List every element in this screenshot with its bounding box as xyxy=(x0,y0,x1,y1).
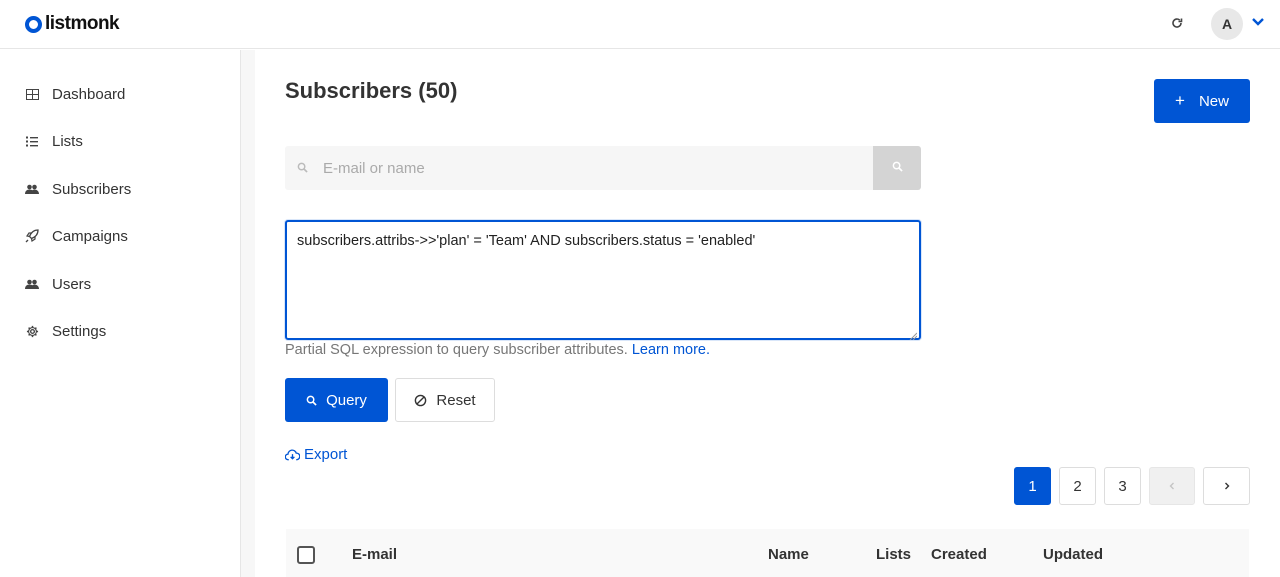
query-button-label: Query xyxy=(326,391,367,409)
sidebar-item-subscribers[interactable]: Subscribers xyxy=(25,177,131,201)
users-icon xyxy=(25,277,39,291)
sidebar-item-label: Campaigns xyxy=(52,227,128,245)
query-textarea[interactable]: subscribers.attribs->>'plan' = 'Team' AN… xyxy=(285,220,921,341)
search-icon xyxy=(892,159,903,177)
table-header: E-mail Name Lists Created Updated xyxy=(286,529,1249,577)
search-button[interactable] xyxy=(873,146,921,190)
new-button-label: New xyxy=(1198,92,1229,110)
sidebar-item-label: Settings xyxy=(52,322,107,340)
refresh-icon[interactable] xyxy=(1167,13,1187,33)
search-icon xyxy=(306,395,317,406)
column-updated[interactable]: Updated xyxy=(1043,546,1103,563)
page-2-button[interactable]: 2 xyxy=(1059,467,1096,505)
export-label: Export xyxy=(304,446,348,463)
logo[interactable]: listmonk xyxy=(25,13,120,35)
search-bar: E-mail or name xyxy=(285,146,921,190)
sidebar-item-lists[interactable]: Lists xyxy=(25,129,83,153)
query-help: Partial SQL expression to query subscrib… xyxy=(285,342,710,358)
select-all-checkbox[interactable] xyxy=(297,546,315,564)
cloud-download-icon xyxy=(285,448,300,461)
chevron-right-icon xyxy=(1223,478,1231,495)
export-link[interactable]: Export xyxy=(285,446,347,463)
rocket-icon xyxy=(25,229,39,243)
new-button[interactable]: + New xyxy=(1154,79,1250,123)
sidebar-divider xyxy=(241,50,255,577)
search-icon xyxy=(297,160,311,177)
sidebar-item-label: Dashboard xyxy=(52,85,126,103)
query-button[interactable]: Query xyxy=(285,378,388,422)
sidebar-item-users[interactable]: Users xyxy=(25,272,91,296)
column-created[interactable]: Created xyxy=(931,546,987,563)
sidebar-item-label: Users xyxy=(52,275,92,293)
sidebar-item-campaigns[interactable]: Campaigns xyxy=(25,224,128,248)
learn-more-link[interactable]: Learn more. xyxy=(632,342,710,358)
query-help-text: Partial SQL expression to query subscrib… xyxy=(285,342,628,358)
cancel-icon xyxy=(414,394,427,407)
top-header: listmonk A xyxy=(0,0,1280,49)
plus-icon: + xyxy=(1175,91,1185,110)
chevron-left-icon xyxy=(1168,478,1176,495)
logo-text: listmonk xyxy=(45,13,120,34)
sidebar-item-dashboard[interactable]: Dashboard xyxy=(25,82,125,106)
reset-button[interactable]: Reset xyxy=(395,378,495,422)
column-email[interactable]: E-mail xyxy=(352,546,397,563)
reset-button-label: Reset xyxy=(436,391,476,409)
page-title: Subscribers (50) xyxy=(285,78,458,103)
list-icon xyxy=(25,134,39,148)
search-input[interactable]: E-mail or name xyxy=(285,146,873,190)
gear-icon xyxy=(25,324,39,338)
sidebar-item-label: Lists xyxy=(52,132,83,150)
resize-handle-icon[interactable] xyxy=(909,328,918,341)
dashboard-icon xyxy=(25,87,39,101)
next-page-button[interactable] xyxy=(1203,467,1250,505)
column-name[interactable]: Name xyxy=(768,546,809,563)
avatar[interactable]: A xyxy=(1211,8,1243,40)
query-text: subscribers.attribs->>'plan' = 'Team' AN… xyxy=(297,233,756,249)
sidebar-item-settings[interactable]: Settings xyxy=(25,319,106,343)
users-icon xyxy=(25,182,39,196)
prev-page-button[interactable] xyxy=(1149,467,1195,505)
page-3-button[interactable]: 3 xyxy=(1104,467,1141,505)
logo-icon xyxy=(25,15,42,33)
column-lists[interactable]: Lists xyxy=(876,546,911,563)
sidebar-item-label: Subscribers xyxy=(52,180,132,198)
page-1-button[interactable]: 1 xyxy=(1014,467,1051,505)
search-placeholder: E-mail or name xyxy=(323,159,425,177)
chevron-down-icon[interactable] xyxy=(1250,14,1266,30)
